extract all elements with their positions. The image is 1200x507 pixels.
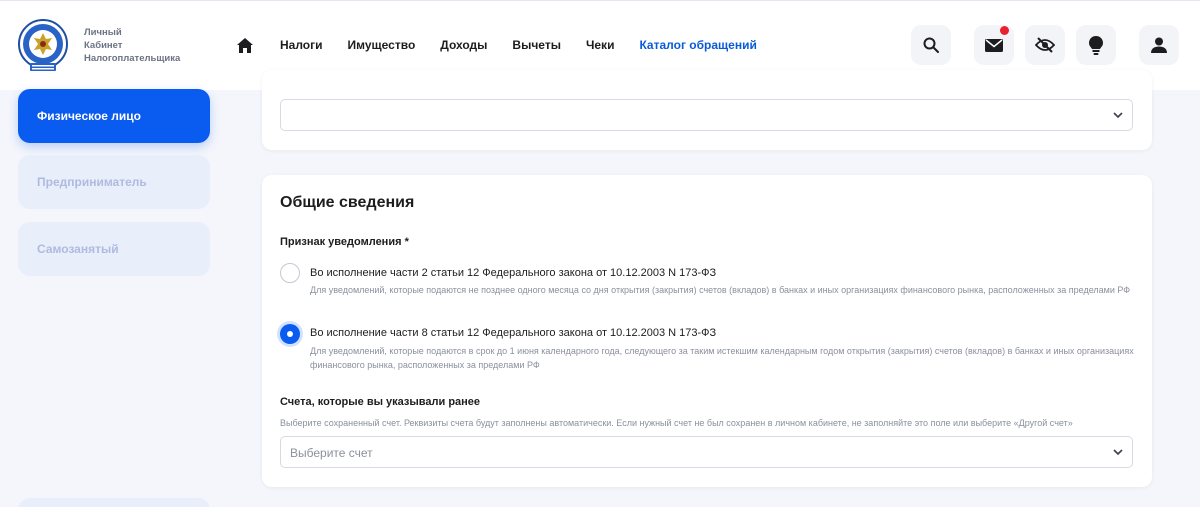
notice-option-description-2: Для уведомлений, которые подаются в срок… [310,346,1134,370]
accounts-label: Счета, которые вы указывали ранее [280,396,481,408]
sidebar-item-individual[interactable]: Физическое лицо [18,89,210,143]
section-title: Общие сведения [280,194,415,211]
lightbulb-icon [1089,35,1103,55]
notice-option-description-1: Для уведомлений, которые подаются не поз… [310,285,1131,295]
notice-option-title-1[interactable]: Во исполнение части 2 статьи 12 Федераль… [310,267,716,279]
nav-property[interactable]: Имущество [348,38,416,74]
general-info-card: Общие сведения Признак уведомления * Во … [262,175,1152,487]
nav-deductions[interactable]: Вычеты [512,38,561,74]
accounts-hint: Выберите сохраненный счет. Реквизиты сче… [280,418,1073,428]
notice-option-radio-2[interactable] [280,324,300,344]
chevron-down-icon [1113,449,1123,456]
logo-line: Личный [84,27,122,38]
messages-button[interactable] [974,25,1014,65]
sidebar-item-entrepreneur[interactable]: Предприниматель [18,155,210,209]
user-icon [1151,37,1167,53]
search-button[interactable] [911,25,951,65]
notice-type-label: Признак уведомления * [280,236,409,248]
sidebar-item-partial [18,498,210,507]
main-nav: Налоги Имущество Доходы Вычеты Чеки Ката… [280,38,782,74]
previous-section-card [262,70,1152,150]
eye-off-icon [1035,37,1055,53]
accounts-select[interactable]: Выберите счет [280,436,1133,468]
notice-option-radio-1[interactable] [280,263,300,283]
notice-option-title-2[interactable]: Во исполнение части 8 статьи 12 Федераль… [310,327,716,339]
mail-icon [985,38,1003,52]
home-icon[interactable] [236,37,254,54]
nav-requests-catalog[interactable]: Каталог обращений [639,38,758,74]
previous-select[interactable] [280,99,1133,131]
nav-income[interactable]: Доходы [440,38,487,74]
tips-button[interactable] [1076,25,1116,65]
profile-button[interactable] [1139,25,1179,65]
nav-taxes[interactable]: Налоги [280,38,323,74]
fns-emblem-logo[interactable] [18,19,68,73]
logo-caption: Личный Кабинет Налогоплательщика [84,26,180,65]
logo-line: Налогоплательщика [84,53,181,64]
visibility-toggle-button[interactable] [1025,25,1065,65]
chevron-down-icon [1113,112,1123,119]
notification-dot [1000,26,1009,35]
logo-line: Кабинет [84,40,123,51]
search-icon [923,37,939,53]
sidebar-item-self-employed[interactable]: Самозанятый [18,222,210,276]
accounts-select-placeholder: Выберите счет [290,446,373,460]
nav-receipts[interactable]: Чеки [586,38,615,74]
